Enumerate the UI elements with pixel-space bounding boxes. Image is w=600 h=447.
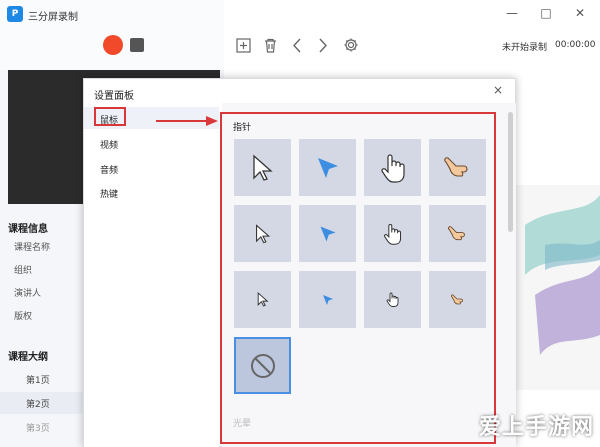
pointer-option-hand-beige-medium[interactable] [429, 205, 486, 262]
arrow-white-icon [255, 223, 270, 243]
course-name-item[interactable]: 课程名称 [14, 240, 50, 253]
outline-title: 课程大纲 [8, 352, 48, 363]
app-titlebar: P 三分屏录制 — □ ✕ [0, 0, 600, 30]
hand-white-icon [380, 153, 405, 183]
watermark: 爱上手游网 [478, 415, 594, 440]
arrow-white-icon [257, 292, 269, 307]
arrow-white-icon [252, 154, 273, 181]
pointer-option-hand-beige-large[interactable] [429, 139, 486, 196]
record-button[interactable] [103, 35, 123, 55]
page-item-1[interactable]: 第1页 [26, 373, 50, 386]
pointer-option-hand-white-large[interactable] [364, 139, 421, 196]
chevron-right-icon[interactable] [314, 36, 332, 54]
pointer-option-arrow-blue-small[interactable] [299, 271, 356, 328]
hand-white-icon [386, 292, 399, 307]
hand-beige-icon [443, 156, 467, 177]
pointer-option-arrow-white-small[interactable] [234, 271, 291, 328]
pointer-option-arrow-blue-large[interactable] [299, 139, 356, 196]
app-logo-icon: P [7, 6, 23, 22]
course-info-title: 课程信息 [8, 224, 48, 235]
glow-section-label: 光晕 [233, 419, 252, 429]
stop-button[interactable] [130, 38, 144, 52]
presenter-item[interactable]: 演讲人 [14, 286, 41, 299]
gear-icon[interactable] [342, 36, 360, 54]
pointer-option-hand-white-small[interactable] [364, 271, 421, 328]
arrow-blue-icon [320, 226, 335, 241]
prohibited-icon [250, 353, 275, 378]
organization-item[interactable]: 组织 [14, 263, 32, 276]
hand-beige-icon [450, 294, 463, 304]
slide-preview [515, 185, 600, 390]
app-title: 三分屏录制 [28, 12, 78, 23]
pointer-option-arrow-white-large[interactable] [234, 139, 291, 196]
window-controls: — □ ✕ [506, 6, 586, 20]
arrow-blue-icon [322, 294, 333, 305]
pointer-option-none[interactable] [234, 337, 291, 394]
pointer-option-arrow-white-medium[interactable] [234, 205, 291, 262]
page-item-3[interactable]: 第3页 [26, 421, 50, 434]
add-icon[interactable] [234, 36, 252, 54]
arrow-blue-icon [317, 157, 338, 178]
nav-item-audio[interactable]: 音频 [100, 163, 118, 176]
pointer-option-arrow-blue-medium[interactable] [299, 205, 356, 262]
copyright-item[interactable]: 版权 [14, 309, 32, 322]
dialog-close-icon[interactable]: × [491, 83, 505, 97]
chevron-left-icon[interactable] [288, 36, 306, 54]
dialog-scrollbar[interactable] [508, 112, 513, 232]
pointer-section-label: 指针 [233, 123, 252, 133]
recording-status: 未开始录制 [502, 43, 548, 53]
page-item-2[interactable]: 第2页 [26, 397, 50, 410]
nav-item-hotkeys[interactable]: 热键 [100, 187, 118, 200]
maximize-icon[interactable]: □ [540, 6, 552, 20]
hand-white-icon [383, 223, 402, 245]
dialog-title: 设置面板 [94, 91, 134, 102]
dialog-nav: 鼠标 视频 音频 热键 [84, 103, 219, 447]
minimize-icon[interactable]: — [506, 6, 518, 20]
annotation-arrow [156, 116, 218, 126]
nav-annotation-box [94, 107, 126, 126]
nav-item-video[interactable]: 视频 [100, 138, 118, 151]
hand-beige-icon [447, 225, 465, 240]
recording-time: 00:00:00 [555, 40, 596, 50]
close-icon[interactable]: ✕ [574, 6, 586, 20]
pointer-option-hand-white-medium[interactable] [364, 205, 421, 262]
delete-icon[interactable] [261, 36, 279, 54]
pointer-option-hand-beige-small[interactable] [429, 271, 486, 328]
